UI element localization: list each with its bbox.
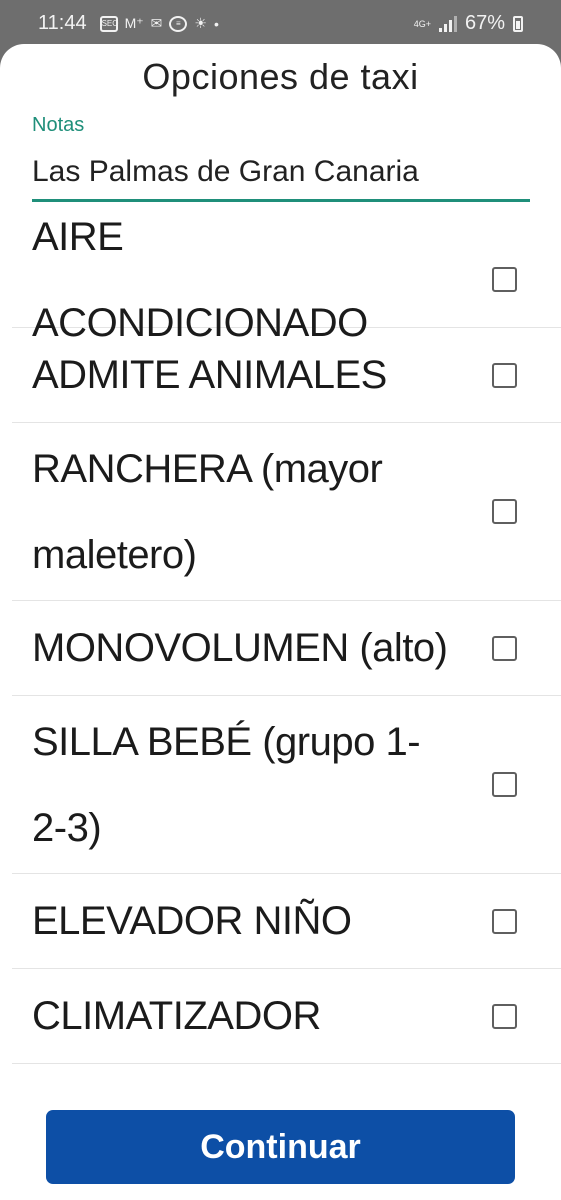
- network-type-icon: 4G+: [413, 18, 431, 29]
- dot-icon: •: [213, 15, 219, 32]
- option-label: RANCHERA (mayor maletero): [32, 446, 383, 577]
- options-list: AIRE ACONDICIONADO ADMITE ANIMALES RANCH…: [12, 215, 561, 1064]
- option-monovolumen[interactable]: MONOVOLUMEN (alto): [12, 601, 561, 696]
- option-elevador-nino[interactable]: ELEVADOR NIÑO: [12, 874, 561, 969]
- option-checkbox[interactable]: [492, 908, 517, 934]
- option-silla-bebe[interactable]: SILLA BEBÉ (grupo 1-2-3): [12, 696, 561, 874]
- messages-icon: ≡: [169, 15, 188, 32]
- seo-icon: SEO: [99, 15, 118, 32]
- sheet-title: Opciones de taxi: [142, 56, 419, 97]
- option-label: SILLA BEBÉ (grupo 1-2-3): [32, 719, 421, 850]
- option-checkbox[interactable]: [492, 772, 517, 797]
- weather-icon: ☀: [194, 15, 207, 31]
- gmail-icon: ✉: [150, 15, 163, 31]
- option-ranchera[interactable]: RANCHERA (mayor maletero): [12, 423, 561, 601]
- status-right: 4G+ 67%: [414, 12, 523, 35]
- movistar-icon: M⁺: [124, 15, 144, 31]
- option-label: CLIMATIZADOR: [32, 994, 321, 1038]
- battery-percent: 67%: [464, 12, 505, 34]
- status-left: 11:44 SEO M⁺ ✉ ≡ ☀ •: [38, 12, 219, 35]
- option-aire-acondicionado[interactable]: AIRE ACONDICIONADO: [12, 215, 561, 345]
- continue-button[interactable]: Continuar: [46, 1110, 515, 1184]
- signal-icon: [438, 15, 457, 32]
- option-label: MONOVOLUMEN (alto): [32, 626, 448, 670]
- battery-icon: [513, 15, 523, 32]
- status-bar: 11:44 SEO M⁺ ✉ ≡ ☀ • 4G+ 67%: [0, 0, 561, 46]
- status-time: 11:44: [38, 12, 87, 34]
- option-checkbox[interactable]: [492, 362, 517, 388]
- taxi-options-sheet: Opciones de taxi Notas AIRE ACONDICIONAD…: [0, 44, 561, 1200]
- notes-label: Notas: [32, 114, 85, 136]
- option-checkbox[interactable]: [492, 1003, 517, 1029]
- option-climatizador[interactable]: CLIMATIZADOR: [12, 969, 561, 1064]
- option-label: ELEVADOR NIÑO: [32, 899, 352, 943]
- option-checkbox[interactable]: [492, 635, 517, 661]
- option-checkbox[interactable]: [492, 267, 517, 292]
- option-label: ADMITE ANIMALES: [32, 353, 387, 397]
- option-admite-animales[interactable]: ADMITE ANIMALES: [12, 328, 561, 423]
- option-checkbox[interactable]: [492, 499, 517, 524]
